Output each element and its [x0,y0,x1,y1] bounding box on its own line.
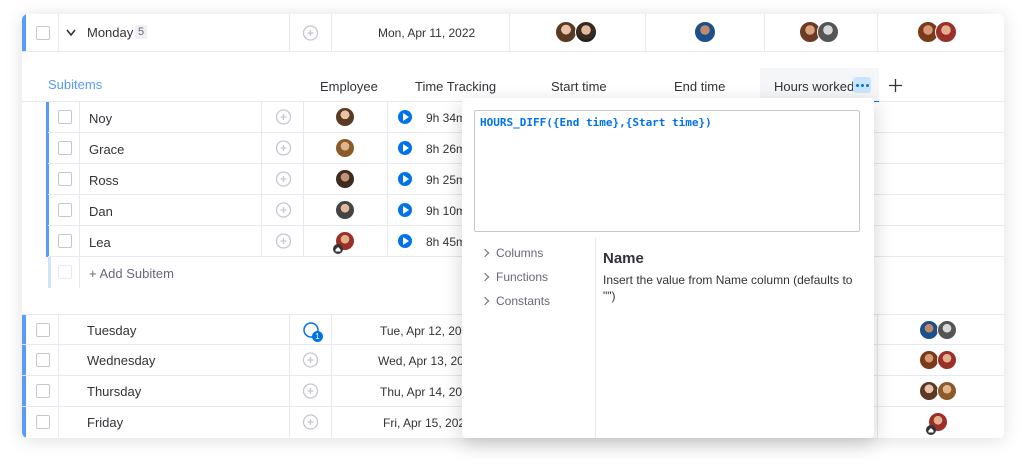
row-checkbox[interactable] [36,415,50,429]
function-name: Name [603,250,644,267]
avatar [694,21,716,43]
add-update-icon[interactable] [302,383,319,400]
date-cell[interactable]: Mon, Apr 11, 2022 [378,26,475,40]
home-icon [333,244,343,254]
time-tracked: 9h 25m [426,173,467,187]
time-tracked: 8h 26m [426,142,467,156]
row-checkbox[interactable] [36,26,50,40]
popup-divider [595,238,596,438]
avatar [919,320,939,340]
add-update-icon[interactable] [302,414,319,431]
avatar [919,350,939,370]
column-header-employee[interactable]: Employee [320,79,378,94]
row-checkbox[interactable] [58,172,72,186]
group-color-bar [22,315,26,344]
row-checkbox [58,265,72,279]
item-name[interactable]: Friday [87,415,123,430]
subitems-title: Subitems [48,77,103,92]
avatar [575,21,597,43]
avatar [555,21,577,43]
play-icon[interactable] [398,141,412,155]
date-cell[interactable]: Tue, Apr 12, 2022 [380,324,475,338]
column-header-hours-worked[interactable]: Hours worked [774,79,854,94]
avatar [335,138,355,158]
add-update-icon[interactable] [275,233,292,250]
row-checkbox[interactable] [58,234,72,248]
avatar [937,320,957,340]
updates-count-badge: 1 [312,331,323,342]
chevron-right-icon [480,272,490,282]
avatar [335,107,355,127]
formula-input[interactable]: HOURS_DIFF({End time},{Start time}) [474,110,860,232]
play-icon[interactable] [398,234,412,248]
chevron-down-icon[interactable] [66,29,76,37]
column-header-start-time[interactable]: Start time [551,79,607,94]
group-row-monday[interactable]: Monday 5 Mon, Apr 11, 2022 [22,14,1004,52]
more-dots-icon[interactable] [853,77,871,93]
chevron-right-icon [480,296,490,306]
avatar [935,21,957,43]
menu-functions[interactable]: Functions [480,270,548,284]
row-checkbox[interactable] [58,141,72,155]
row-checkbox[interactable] [36,323,50,337]
subitem-name[interactable]: Ross [89,173,119,188]
play-icon[interactable] [398,110,412,124]
time-tracked: 9h 34m [426,111,467,125]
add-update-icon[interactable] [302,352,319,369]
subitem-name[interactable]: Noy [89,111,112,126]
avatar [335,169,355,189]
menu-columns[interactable]: Columns [480,246,543,260]
chevron-right-icon [480,248,490,258]
item-name[interactable]: Thursday [87,384,141,399]
add-update-icon[interactable] [275,171,292,188]
time-tracked: 8h 45m [426,235,467,249]
add-update-icon[interactable] [275,202,292,219]
play-icon[interactable] [398,172,412,186]
home-icon [926,425,936,435]
subitems-header: Subitems Employee Time Tracking Start ti… [22,52,1004,102]
avatar [919,381,939,401]
menu-constants[interactable]: Constants [480,294,550,308]
group-color-bar [22,407,26,438]
item-name[interactable]: Tuesday [87,323,136,338]
row-checkbox[interactable] [36,384,50,398]
add-update-icon[interactable] [275,140,292,157]
group-name[interactable]: Monday [87,25,133,40]
row-checkbox[interactable] [58,203,72,217]
group-color-bar [22,14,26,51]
avatar [817,21,839,43]
subitem-name[interactable]: Dan [89,204,113,219]
formula-editor-popup: HOURS_DIFF({End time},{Start time}) Colu… [462,98,874,438]
subitem-count-badge: 5 [135,25,148,39]
add-update-icon[interactable] [275,109,292,126]
formula-text[interactable]: HOURS_DIFF({End time},{Start time}) [480,116,712,129]
column-header-end-time[interactable]: End time [674,79,725,94]
add-subitem-button[interactable]: + Add Subitem [89,266,174,281]
row-checkbox[interactable] [58,110,72,124]
time-tracked: 9h 10m [426,204,467,218]
row-checkbox[interactable] [36,353,50,367]
add-update-icon[interactable] [302,25,319,42]
subitem-name[interactable]: Grace [89,142,124,157]
date-cell[interactable]: Fri, Apr 15, 2022 [383,416,472,430]
function-description: Insert the value from Name column (defau… [603,273,853,303]
avatar [335,200,355,220]
column-header-time-tracking[interactable]: Time Tracking [415,79,496,94]
plus-icon[interactable] [889,79,902,92]
play-icon[interactable] [398,203,412,217]
item-name[interactable]: Wednesday [87,353,155,368]
group-color-bar [22,376,26,406]
avatar [937,381,957,401]
avatar [937,350,957,370]
group-color-bar [22,345,26,375]
subitem-name[interactable]: Lea [89,235,111,250]
